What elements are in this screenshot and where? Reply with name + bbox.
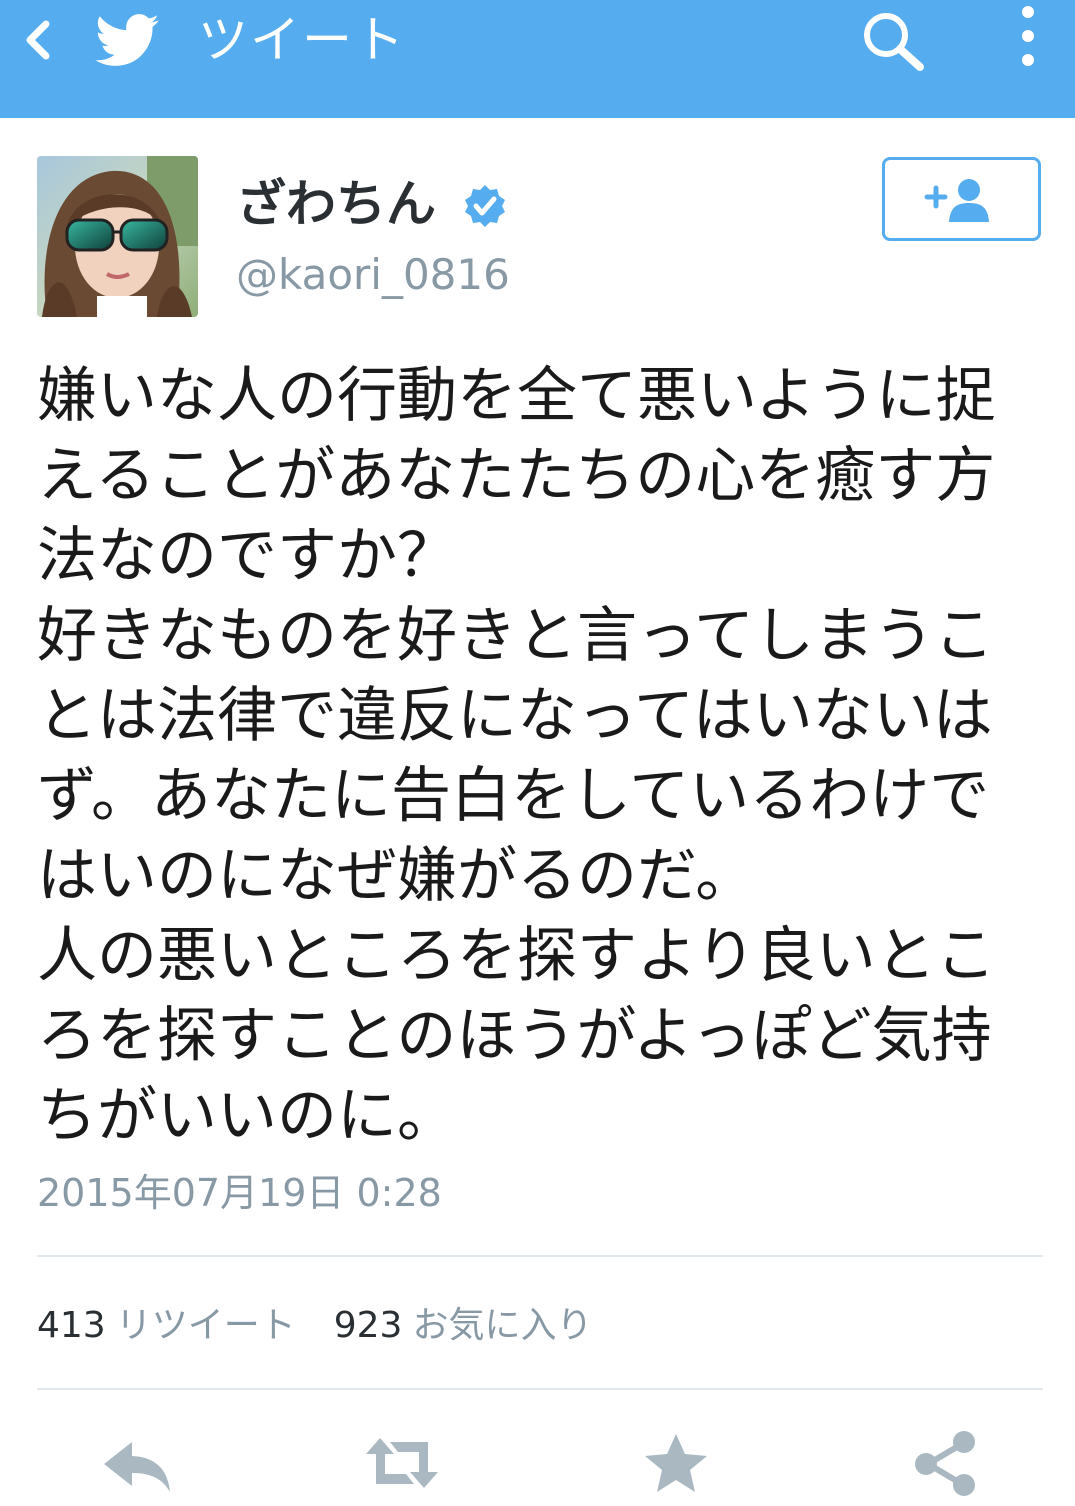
verified-badge-icon (465, 185, 505, 227)
divider (37, 1255, 1043, 1257)
more-vertical-icon[interactable] (1006, 0, 1050, 74)
reply-icon[interactable] (96, 1428, 176, 1498)
twitter-bird-icon (95, 14, 159, 66)
user-handle[interactable]: @kaori_0816 (236, 247, 510, 303)
display-name[interactable]: ざわちん (236, 172, 436, 236)
retweet-icon[interactable] (362, 1428, 442, 1498)
share-icon[interactable] (906, 1428, 986, 1498)
avatar[interactable] (37, 156, 198, 317)
tweet-timestamp: 2015年07月19日 0:28 (37, 1171, 442, 1215)
favorite-count[interactable]: 923 お気に入り (334, 1305, 593, 1346)
divider (37, 1388, 1043, 1390)
tweet-stats: 413 リツイート 923 お気に入り (37, 1302, 592, 1350)
page-title: ツイート (198, 11, 406, 69)
add-user-icon (924, 179, 989, 222)
chevron-left-icon[interactable] (16, 18, 60, 62)
search-icon[interactable] (858, 8, 930, 72)
retweet-count[interactable]: 413 リツイート (37, 1305, 296, 1346)
tweet-text: 嫌いな人の行動を全て悪いように捉 えることがあなたたちの心を癒す方 法なのですか… (37, 361, 996, 1151)
top-app-bar: ツイート (0, 0, 1075, 118)
star-icon[interactable] (636, 1428, 716, 1498)
follow-button[interactable] (882, 157, 1041, 241)
